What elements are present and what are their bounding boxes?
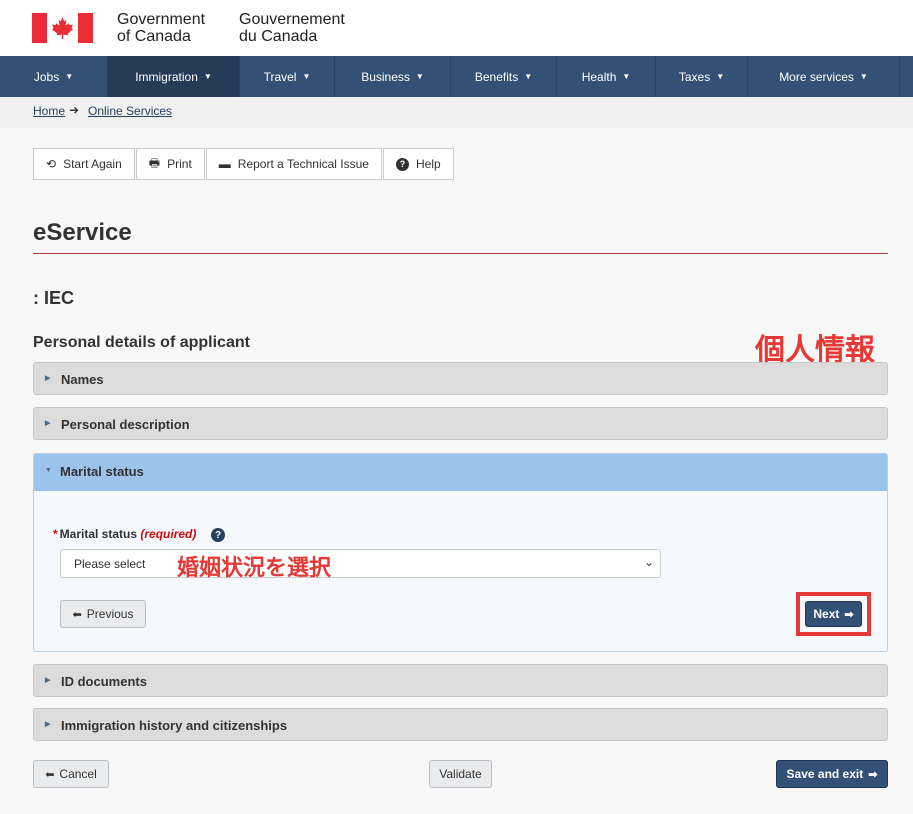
print-button[interactable]: 🖶 Print <box>135 148 205 180</box>
required-asterisk: * <box>53 527 58 541</box>
previous-button[interactable]: ⬅ Previous <box>60 600 146 628</box>
title-divider <box>33 253 888 254</box>
marital-status-select[interactable]: Please select ⌄ <box>60 549 661 578</box>
accordion-names[interactable]: ▶ Names <box>33 362 888 395</box>
validate-button[interactable]: Validate <box>429 760 492 788</box>
next-label: Next <box>813 607 840 621</box>
nav-item-label: Health <box>581 69 617 84</box>
print-label: Print <box>167 157 192 171</box>
wordmark-en-line2: of Canada <box>117 28 191 45</box>
accordion-personal-description[interactable]: ▶ Personal description <box>33 407 888 440</box>
nav-item-travel[interactable]: Travel ▼ <box>240 56 335 97</box>
report-label: Report a Technical Issue <box>237 157 369 171</box>
wordmark-fr-line2: du Canada <box>239 28 318 45</box>
chevron-down-icon: ▼ <box>524 72 533 81</box>
start-again-label: Start Again <box>63 157 122 171</box>
wordmark-fr-line1: Gouvernement <box>239 11 345 28</box>
report-technical-issue-button[interactable]: ▬ Report a Technical Issue <box>205 148 382 180</box>
chevron-down-icon: ▼ <box>716 72 725 81</box>
nav-item-business[interactable]: Business ▼ <box>335 56 451 97</box>
marital-status-label: * Marital status (required) <box>53 527 196 541</box>
comment-icon: ▬ <box>218 157 231 171</box>
accordion-marital-status-panel: ▼ Marital status * Marital status (requir… <box>33 453 888 652</box>
annotation-select-marital-status: 婚姻状況を選択 <box>177 555 332 580</box>
arrow-right-icon: ➡ <box>868 768 878 781</box>
page-title: eService <box>33 219 132 246</box>
canada-flag-logo <box>32 13 93 43</box>
wordmark-en-line1: Government <box>117 11 206 28</box>
refresh-icon: ⟲ <box>46 157 57 171</box>
chevron-down-icon: ▼ <box>622 72 631 81</box>
accordion-id-documents[interactable]: ▶ ID documents <box>33 664 888 697</box>
nav-item-label: Immigration <box>135 69 198 84</box>
site-header: Government of Canada Gouvernement du Can… <box>0 0 913 56</box>
previous-label: Previous <box>86 607 134 621</box>
accordion-label: ID documents <box>61 674 147 689</box>
accordion-label: Personal description <box>61 417 190 432</box>
breadcrumb-home-link[interactable]: Home <box>33 104 65 118</box>
accordion-immigration-history[interactable]: ▶ Immigration history and citizenships <box>33 708 888 741</box>
nav-item-label: Benefits <box>474 69 519 84</box>
chevron-down-icon: ▼ <box>859 72 868 81</box>
next-button[interactable]: Next ➡ <box>805 601 862 627</box>
nav-item-more-services[interactable]: More services ▼ <box>748 56 900 97</box>
printer-icon: 🖶 <box>148 155 161 170</box>
nav-item-jobs[interactable]: Jobs ▼ <box>0 56 108 97</box>
chevron-down-icon: ⌄ <box>643 555 654 569</box>
validate-label: Validate <box>439 767 482 781</box>
chevron-down-icon: ▼ <box>415 72 424 81</box>
government-of-canada-wordmark: Government of Canada <box>117 11 205 45</box>
triangle-right-icon: ▶ <box>45 420 51 427</box>
triangle-right-icon: ▶ <box>45 677 51 684</box>
triangle-right-icon: ▶ <box>45 375 51 382</box>
nav-item-label: Business <box>361 69 410 84</box>
nav-item-benefits[interactable]: Benefits ▼ <box>451 56 557 97</box>
save-exit-label: Save and exit <box>786 767 864 781</box>
arrow-right-icon: ➡ <box>844 608 854 621</box>
section-heading: Personal details of applicant <box>33 334 250 351</box>
gouvernement-du-canada-wordmark: Gouvernement du Canada <box>239 11 345 45</box>
help-question-icon[interactable]: ? <box>211 528 225 542</box>
nav-item-immigration[interactable]: Immigration ▼ <box>108 56 240 97</box>
field-label-text: Marital status <box>59 527 138 541</box>
nav-item-label: Travel <box>263 69 297 84</box>
cancel-label: Cancel <box>59 767 97 781</box>
nav-item-label: More services <box>779 69 854 84</box>
nav-item-taxes[interactable]: Taxes ▼ <box>656 56 748 97</box>
select-value: Please select <box>74 557 146 571</box>
arrow-left-icon: ⬅ <box>45 768 55 781</box>
required-indicator: (required) <box>140 527 197 541</box>
triangle-down-icon: ▼ <box>45 467 52 474</box>
save-and-exit-button[interactable]: Save and exit ➡ <box>776 760 888 788</box>
page-subtitle: : IEC <box>33 288 75 308</box>
cancel-button[interactable]: ⬅ Cancel <box>33 760 109 788</box>
arrow-right-icon: ➜ <box>69 103 80 117</box>
accordion-label: Marital status <box>60 464 144 479</box>
chevron-down-icon: ▼ <box>302 72 311 81</box>
breadcrumb-online-services-link[interactable]: Online Services <box>88 104 172 118</box>
breadcrumb: Home ➜ Online Services <box>0 97 913 128</box>
help-label: Help <box>415 157 441 171</box>
main-nav: Jobs ▼ Immigration ▼ Travel ▼ Business ▼ Ben… <box>0 56 913 97</box>
toolbar: ⟲ Start Again 🖶 Print ▬ Report a Technic… <box>33 148 455 180</box>
accordion-label: Names <box>61 372 104 387</box>
nav-item-label: Jobs <box>33 69 60 84</box>
help-button[interactable]: ? Help <box>382 148 454 180</box>
chevron-down-icon: ▼ <box>65 72 74 81</box>
question-circle-icon: ? <box>395 157 409 171</box>
arrow-left-icon: ⬅ <box>72 608 82 621</box>
nav-item-label: Taxes <box>678 69 711 84</box>
triangle-right-icon: ▶ <box>45 721 51 728</box>
accordion-marital-status[interactable]: ▼ Marital status <box>34 454 887 491</box>
accordion-label: Immigration history and citizenships <box>61 718 288 733</box>
nav-item-health[interactable]: Health ▼ <box>557 56 656 97</box>
start-again-button[interactable]: ⟲ Start Again <box>33 148 135 180</box>
chevron-down-icon: ▼ <box>203 72 212 81</box>
